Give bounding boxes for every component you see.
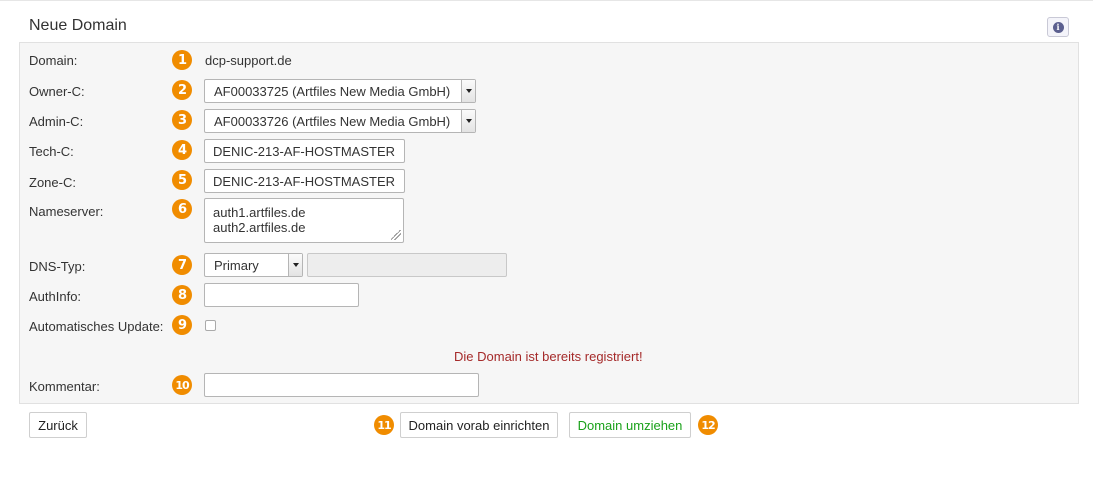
owner-c-label: Owner-C: [29, 84, 85, 99]
page-title: Neue Domain [29, 17, 127, 34]
tech-c-label: Tech-C: [29, 144, 74, 159]
step-badge-1: 1 [172, 50, 192, 70]
authinfo-label: AuthInfo: [29, 289, 82, 304]
step-badge-7: 7 [172, 255, 192, 275]
owner-c-selected-value: AF00033725 (Artfiles New Media GmbH) [214, 83, 451, 99]
info-icon: i [1052, 21, 1064, 33]
error-message: Die Domain ist bereits registriert! [454, 349, 643, 364]
auto-update-label: Automatisches Update: [29, 319, 164, 334]
step-badge-11: 11 [374, 415, 394, 435]
dns-typ-select[interactable]: Primary [204, 253, 303, 277]
nameserver-textarea[interactable]: auth1.artfiles.de auth2.artfiles.de [204, 198, 404, 243]
kommentar-label: Kommentar: [29, 379, 100, 394]
back-button[interactable]: Zurück [29, 412, 87, 438]
chevron-down-icon [288, 254, 302, 276]
step-badge-8: 8 [172, 285, 192, 305]
nameserver-line: auth2.artfiles.de [213, 220, 306, 235]
dns-typ-label: DNS-Typ: [29, 259, 86, 274]
step-badge-4: 4 [172, 140, 192, 160]
step-badge-5: 5 [172, 170, 192, 190]
step-badge-6: 6 [172, 199, 192, 219]
resize-grip-icon[interactable] [391, 230, 401, 240]
step-badge-3: 3 [172, 110, 192, 130]
owner-c-select[interactable]: AF00033725 (Artfiles New Media GmbH) [204, 79, 476, 103]
admin-c-label: Admin-C: [29, 114, 84, 129]
info-button[interactable]: i [1047, 17, 1069, 37]
nameserver-label: Nameserver: [29, 204, 104, 219]
admin-c-select[interactable]: AF00033726 (Artfiles New Media GmbH) [204, 109, 476, 133]
top-divider [0, 0, 1093, 1]
step-badge-12: 12 [698, 415, 718, 435]
admin-c-selected-value: AF00033726 (Artfiles New Media GmbH) [214, 113, 451, 129]
domain-label: Domain: [29, 53, 78, 68]
authinfo-input[interactable] [204, 283, 359, 307]
zone-c-label: Zone-C: [29, 175, 76, 190]
auto-update-checkbox[interactable] [205, 320, 216, 331]
chevron-down-icon [461, 110, 475, 132]
step-badge-2: 2 [172, 80, 192, 100]
nameserver-line: auth1.artfiles.de [213, 205, 306, 220]
kommentar-input[interactable] [204, 373, 479, 397]
zone-c-input[interactable]: DENIC-213-AF-HOSTMASTER [204, 169, 405, 193]
setup-domain-button[interactable]: Domain vorab einrichten [400, 412, 558, 438]
dns-master-input [307, 253, 507, 277]
step-badge-10: 10 [172, 375, 192, 395]
domain-value: dcp-support.de [205, 53, 292, 68]
transfer-domain-button[interactable]: Domain umziehen [569, 412, 691, 438]
tech-c-input[interactable]: DENIC-213-AF-HOSTMASTER [204, 139, 405, 163]
dns-typ-selected-value: Primary [214, 257, 259, 273]
chevron-down-icon [461, 80, 475, 102]
step-badge-9: 9 [172, 315, 192, 335]
